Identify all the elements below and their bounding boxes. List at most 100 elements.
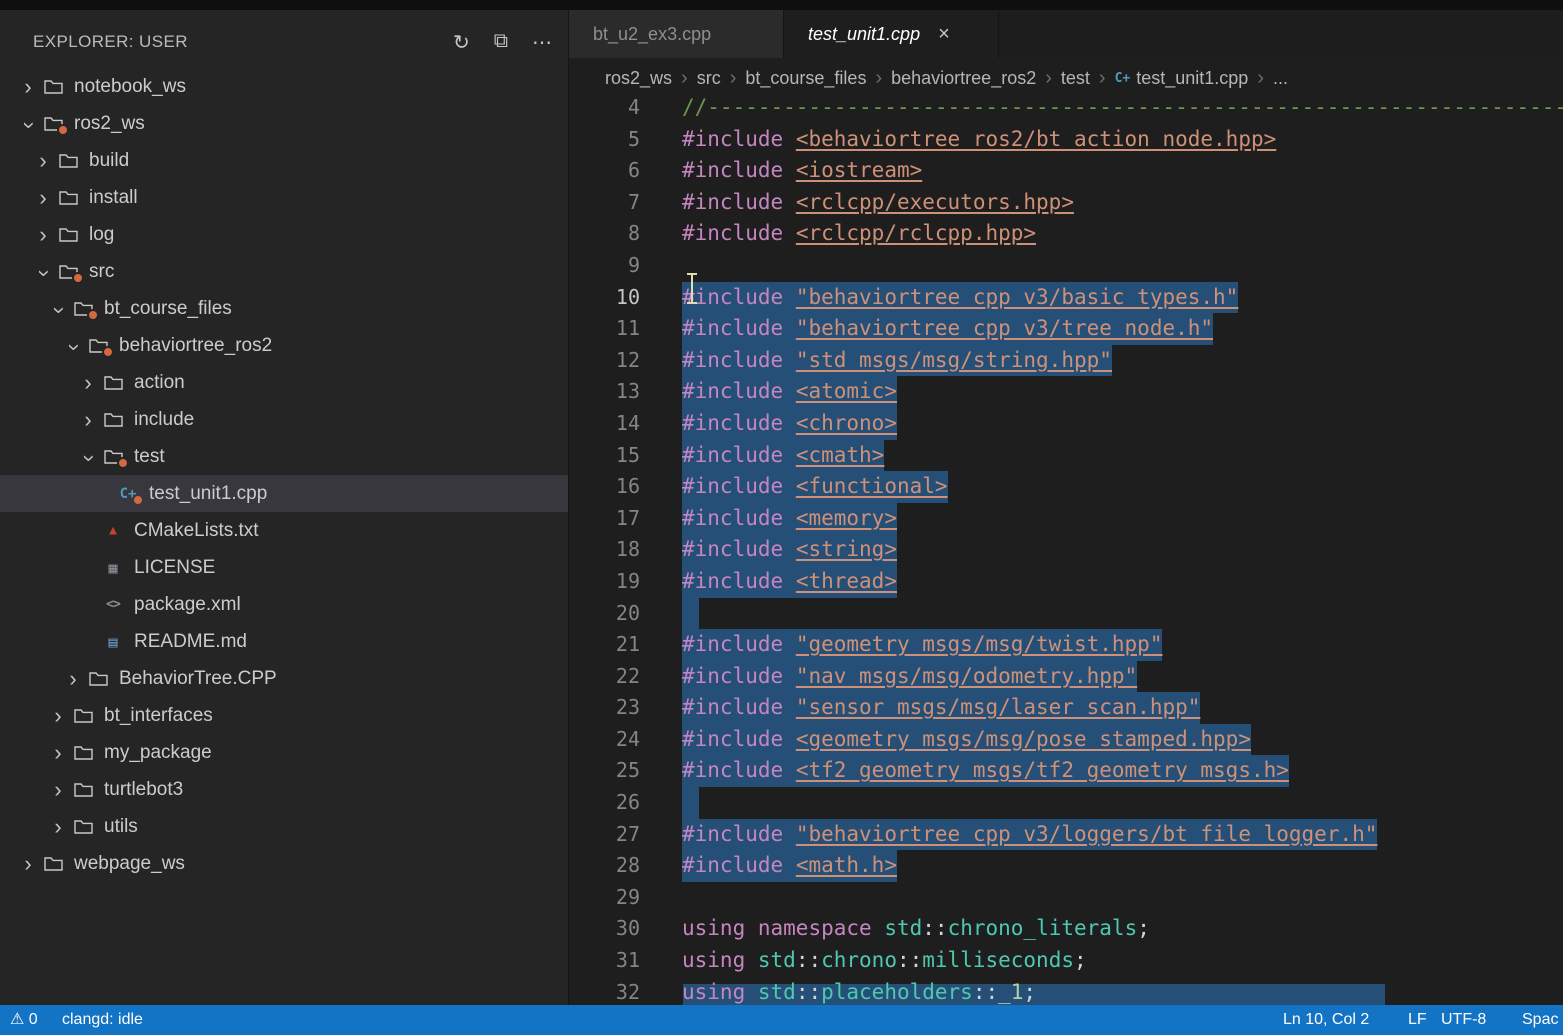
code-line[interactable]: 16#include <functional> <box>569 471 1563 503</box>
tree-item-src[interactable]: ›src <box>0 253 568 290</box>
line-number[interactable]: 16 <box>569 471 640 503</box>
cursor-position[interactable]: Ln 10, Col 2 <box>1283 1005 1369 1035</box>
tree-item-install[interactable]: ›install <box>0 179 568 216</box>
code-line[interactable]: 4//-------------------------------------… <box>569 98 1563 124</box>
breadcrumb-item[interactable]: ros2_ws <box>605 68 672 89</box>
tree-item-log[interactable]: ›log <box>0 216 568 253</box>
breadcrumb-item[interactable]: src <box>697 68 721 89</box>
code-line[interactable]: 6#include <iostream> <box>569 155 1563 187</box>
line-number[interactable]: 30 <box>569 913 640 945</box>
code-line[interactable]: 5#include <behaviortree_ros2/bt_action_n… <box>569 124 1563 156</box>
tree-item-README.md[interactable]: ›▤README.md <box>0 623 568 660</box>
line-number[interactable]: 15 <box>569 440 640 472</box>
code-line[interactable]: 7#include <rclcpp/executors.hpp> <box>569 187 1563 219</box>
editor-layout-icon[interactable]: ⧉ <box>494 30 508 55</box>
line-number[interactable]: 12 <box>569 345 640 377</box>
code-line[interactable]: 30using namespace std::chrono_literals; <box>569 913 1563 945</box>
code-line[interactable]: 9 <box>569 250 1563 282</box>
clangd-status[interactable]: clangd: idle <box>62 1005 143 1035</box>
code-line[interactable]: 31using std::chrono::milliseconds; <box>569 945 1563 977</box>
line-number[interactable]: 18 <box>569 534 640 566</box>
code-line[interactable]: 29 <box>569 882 1563 914</box>
code-line[interactable]: 11#include "behaviortree_cpp_v3/tree_nod… <box>569 313 1563 345</box>
tree-item-action[interactable]: ›action <box>0 364 568 401</box>
close-icon[interactable]: × <box>938 23 950 46</box>
line-number[interactable]: 10 <box>569 282 640 314</box>
code-line[interactable]: 19#include <thread> <box>569 566 1563 598</box>
line-number[interactable]: 31 <box>569 945 640 977</box>
line-number[interactable]: 9 <box>569 250 640 282</box>
tree-item-turtlebot3[interactable]: ›turtlebot3 <box>0 771 568 808</box>
line-number[interactable]: 19 <box>569 566 640 598</box>
tree-item-bt_course_files[interactable]: ›bt_course_files <box>0 290 568 327</box>
line-number[interactable]: 11 <box>569 313 640 345</box>
line-number[interactable]: 20 <box>569 598 640 630</box>
tree-item-utils[interactable]: ›utils <box>0 808 568 845</box>
code-line[interactable]: 18#include <string> <box>569 534 1563 566</box>
code-line[interactable]: 27#include "behaviortree_cpp_v3/loggers/… <box>569 819 1563 851</box>
code-line[interactable]: 12#include "std_msgs/msg/string.hpp" <box>569 345 1563 377</box>
code-line[interactable]: 21#include "geometry_msgs/msg/twist.hpp" <box>569 629 1563 661</box>
tree-item-test[interactable]: ›test <box>0 438 568 475</box>
tree-item-ros2_ws[interactable]: ›ros2_ws <box>0 105 568 142</box>
line-number[interactable]: 7 <box>569 187 640 219</box>
encoding-indicator[interactable]: UTF-8 <box>1441 1005 1486 1035</box>
code-line[interactable]: 23#include "sensor_msgs/msg/laser_scan.h… <box>569 692 1563 724</box>
tree-item-build[interactable]: ›build <box>0 142 568 179</box>
code-line[interactable]: 28#include <math.h> <box>569 850 1563 882</box>
code-line[interactable]: 10#include "behaviortree_cpp_v3/basic_ty… <box>569 282 1563 314</box>
line-number[interactable]: 14 <box>569 408 640 440</box>
line-number[interactable]: 22 <box>569 661 640 693</box>
tree-item-package.xml[interactable]: ›<>package.xml <box>0 586 568 623</box>
tree-item-LICENSE[interactable]: ›▦LICENSE <box>0 549 568 586</box>
tab-test_unit1.cpp[interactable]: test_unit1.cpp× <box>784 10 999 58</box>
eol-indicator[interactable]: LF <box>1408 1005 1427 1035</box>
refresh-icon[interactable]: ↻ <box>453 30 470 55</box>
code-line[interactable]: 26 <box>569 787 1563 819</box>
indentation-indicator[interactable]: Spac <box>1522 1005 1558 1035</box>
tree-item-include[interactable]: ›include <box>0 401 568 438</box>
more-actions-icon[interactable]: ⋯ <box>532 30 552 55</box>
code-line[interactable]: 25#include <tf2_geometry_msgs/tf2_geomet… <box>569 755 1563 787</box>
line-number[interactable]: 4 <box>569 98 640 124</box>
code-editor[interactable]: 4//-------------------------------------… <box>569 98 1563 1005</box>
code-line[interactable]: 8#include <rclcpp/rclcpp.hpp> <box>569 218 1563 250</box>
line-number[interactable]: 29 <box>569 882 640 914</box>
code-line[interactable]: 17#include <memory> <box>569 503 1563 535</box>
code-line[interactable]: 20 <box>569 598 1563 630</box>
line-number[interactable]: 28 <box>569 850 640 882</box>
problems-indicator[interactable]: ⚠ 0 <box>10 1005 38 1035</box>
line-number[interactable]: 5 <box>569 124 640 156</box>
breadcrumb-item[interactable]: behaviortree_ros2 <box>891 68 1036 89</box>
line-number[interactable]: 25 <box>569 755 640 787</box>
line-number[interactable]: 21 <box>569 629 640 661</box>
tree-item-notebook_ws[interactable]: ›notebook_ws <box>0 68 568 105</box>
code-line[interactable]: 14#include <chrono> <box>569 408 1563 440</box>
line-number[interactable]: 26 <box>569 787 640 819</box>
line-number[interactable]: 8 <box>569 218 640 250</box>
code-line[interactable]: 15#include <cmath> <box>569 440 1563 472</box>
line-number[interactable]: 32 <box>569 977 640 1005</box>
code-line[interactable]: 13#include <atomic> <box>569 376 1563 408</box>
tree-item-test_unit1.cpp[interactable]: ›C+test_unit1.cpp <box>0 475 568 512</box>
line-number[interactable]: 13 <box>569 376 640 408</box>
tree-item-CMakeLists.txt[interactable]: ›▲CMakeLists.txt <box>0 512 568 549</box>
tree-item-BehaviorTree.CPP[interactable]: ›BehaviorTree.CPP <box>0 660 568 697</box>
tree-item-bt_interfaces[interactable]: ›bt_interfaces <box>0 697 568 734</box>
line-number[interactable]: 6 <box>569 155 640 187</box>
code-line[interactable]: 24#include <geometry_msgs/msg/pose_stamp… <box>569 724 1563 756</box>
tree-item-webpage_ws[interactable]: ›webpage_ws <box>0 845 568 882</box>
breadcrumb-item[interactable]: ... <box>1273 68 1288 89</box>
line-number[interactable]: 27 <box>569 819 640 851</box>
breadcrumb-item[interactable]: bt_course_files <box>745 68 866 89</box>
tab-bt_u2_ex3.cpp[interactable]: bt_u2_ex3.cpp <box>569 10 784 58</box>
breadcrumb-item[interactable]: C+test_unit1.cpp <box>1115 68 1249 89</box>
breadcrumb-item[interactable]: test <box>1061 68 1090 89</box>
line-number[interactable]: 24 <box>569 724 640 756</box>
code-line[interactable]: 22#include "nav_msgs/msg/odometry.hpp" <box>569 661 1563 693</box>
code-line[interactable]: 32using std::placeholders::_1; <box>569 977 1563 1005</box>
tree-item-my_package[interactable]: ›my_package <box>0 734 568 771</box>
line-number[interactable]: 17 <box>569 503 640 535</box>
line-number[interactable]: 23 <box>569 692 640 724</box>
tree-item-behaviortree_ros2[interactable]: ›behaviortree_ros2 <box>0 327 568 364</box>
